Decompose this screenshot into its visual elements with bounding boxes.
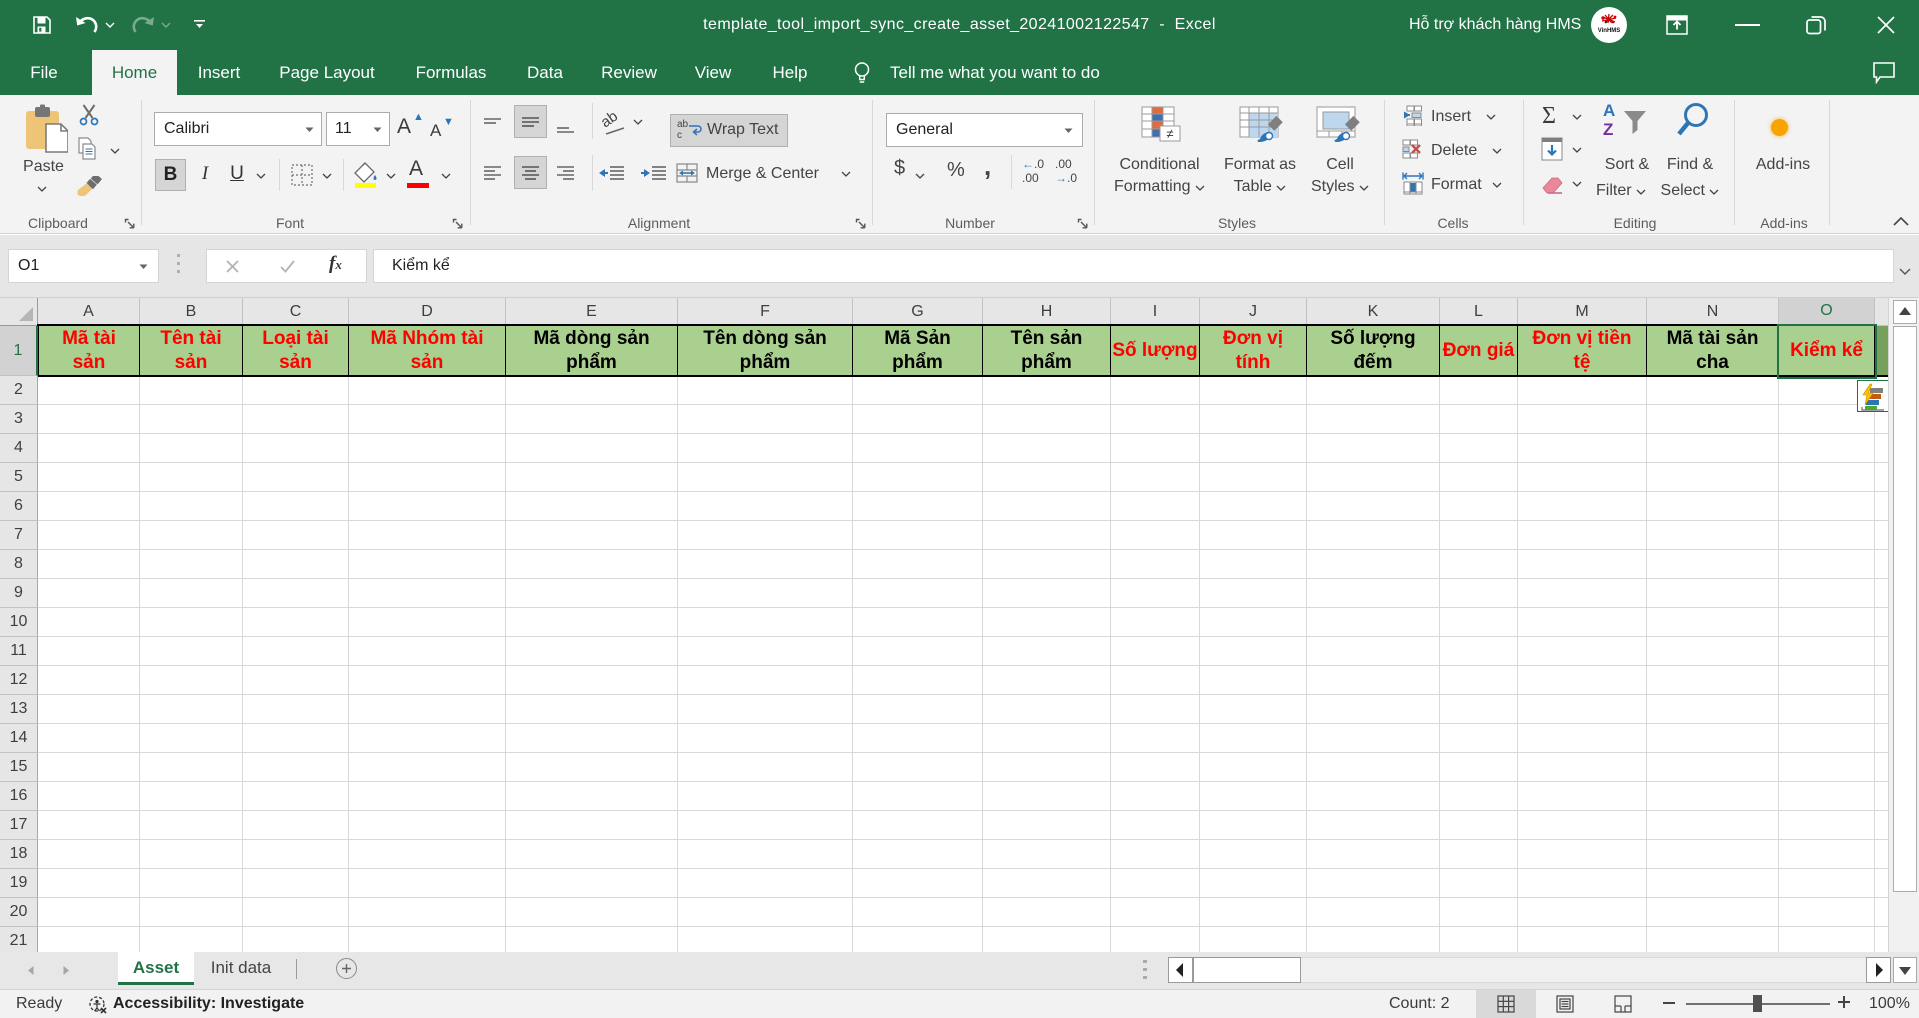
svg-text:≠: ≠ [1166,126,1173,141]
svg-text:VinHMS: VinHMS [1598,28,1621,34]
